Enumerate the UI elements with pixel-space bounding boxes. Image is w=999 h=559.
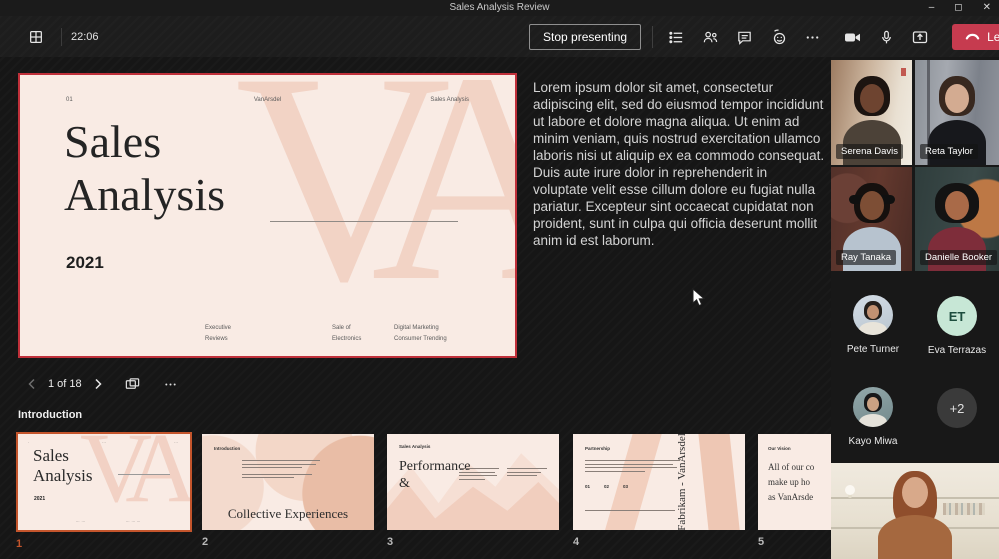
avatar-silhouette	[853, 295, 893, 335]
slide-year: 2021	[66, 253, 104, 273]
hang-up-icon	[965, 30, 980, 44]
avatar[interactable]	[853, 387, 893, 427]
self-video-tile[interactable]	[831, 463, 999, 559]
slide-rule	[270, 221, 458, 222]
video-tile-serena-davis[interactable]: Serena Davis	[831, 60, 912, 165]
participant-silhouette	[831, 463, 999, 559]
participant-name-label: Reta Taylor	[920, 144, 978, 159]
participant-name-label: Pete Turner	[831, 344, 915, 355]
thumbnail-markers: 01 02 03	[585, 484, 628, 489]
section-label: Introduction	[18, 409, 82, 421]
participant-avatar-kayo-miwa[interactable]: Kayo Miwa	[831, 387, 915, 447]
previous-slide-button[interactable]	[22, 372, 42, 396]
slide-thumbnail-2[interactable]: Introduction Collective Experiences 2	[202, 434, 374, 548]
meeting-toolbar: 22:06 Stop presenting	[0, 16, 999, 57]
minimize-button[interactable]: –	[929, 0, 935, 16]
participant-name-label: Danielle Booker	[920, 250, 997, 265]
slide-footer-col: ExecutiveReviews	[205, 323, 231, 345]
avatar[interactable]	[853, 295, 893, 335]
more-options-icon[interactable]	[800, 25, 824, 49]
video-tile-ray-tanaka[interactable]: Ray Tanaka	[831, 167, 912, 271]
slide-thumbnail-1[interactable]: VA ······· Sales Analysis 2021 ··· ··· ·…	[16, 432, 192, 550]
overflow-badge[interactable]: +2	[937, 388, 977, 428]
presented-slide[interactable]: VA 01 VanArsdel Sales Analysis Sales Ana…	[18, 73, 517, 358]
participant-name-label: Eva Terrazas	[915, 345, 999, 356]
leave-button[interactable]: Leave	[952, 24, 999, 50]
thumbnail-number: 2	[202, 536, 374, 548]
slide-notes-text: Lorem ipsum dolor sit amet, consectetur …	[533, 79, 825, 249]
meeting-notes-icon[interactable]	[664, 25, 688, 49]
thumbnail-number: 5	[758, 536, 832, 548]
participant-name-label: Kayo Miwa	[831, 436, 915, 447]
slide-footer-col: Sale ofElectronics	[332, 323, 361, 345]
share-screen-icon[interactable]	[908, 25, 932, 49]
grid-view-icon[interactable]	[24, 25, 48, 49]
chat-icon[interactable]	[732, 25, 756, 49]
thumbnail-preview[interactable]: Sales Analysis Performance &	[387, 434, 559, 530]
reactions-icon[interactable]	[766, 25, 790, 49]
avatar-initials[interactable]: ET	[937, 296, 977, 336]
microphone-icon[interactable]	[874, 25, 898, 49]
thumbnail-title: Sales Analysis	[33, 446, 93, 486]
presenter-view-icon[interactable]	[120, 372, 146, 396]
participants-icon[interactable]	[698, 25, 722, 49]
slide-header-right: Sales Analysis	[430, 97, 469, 103]
slide-thumbnail-3[interactable]: Sales Analysis Performance & 3	[387, 434, 559, 548]
participant-overflow-count[interactable]: +2	[915, 388, 999, 428]
slide-navigation: 1 of 18	[22, 372, 184, 396]
thumbnail-number: 4	[573, 536, 745, 548]
next-slide-button[interactable]	[88, 372, 108, 396]
meeting-timer: 22:06	[71, 31, 99, 43]
video-tile-reta-taylor[interactable]: Reta Taylor	[915, 60, 999, 165]
maximize-button[interactable]: ◻	[954, 0, 962, 16]
avatar-silhouette	[853, 387, 893, 427]
slide-watermark: VA	[235, 73, 517, 357]
camera-icon[interactable]	[840, 25, 864, 49]
window-title: Sales Analysis Review	[0, 2, 999, 13]
toolbar-divider	[61, 28, 62, 46]
slide-thumbnail-4[interactable]: Partnership 01 02 03 Fabrikam - VanArsde…	[573, 434, 745, 548]
thumbnail-preview[interactable]: Introduction Collective Experiences	[202, 434, 374, 530]
toolbar-divider	[652, 26, 653, 48]
slide-thumbnail-5[interactable]: Our Vision All of our co make up ho as V…	[758, 434, 832, 548]
thumbnail-number: 3	[387, 536, 559, 548]
slide-footer-col: Digital MarketingConsumer Trending	[394, 323, 447, 345]
slide-title: Sales Analysis	[64, 115, 225, 221]
thumbnail-body-text: All of our co make up ho as VanArsde	[768, 460, 814, 505]
stop-presenting-button[interactable]: Stop presenting	[529, 24, 641, 50]
mouse-cursor	[692, 288, 705, 312]
leave-button-label: Leave	[987, 30, 999, 44]
participant-name-label: Serena Davis	[836, 144, 903, 159]
participants-rail: Serena Davis Reta Taylor Ray Tanaka Dani…	[831, 57, 999, 559]
thumbnail-preview[interactable]: Partnership 01 02 03 Fabrikam - VanArsde…	[573, 434, 745, 530]
thumbnail-preview[interactable]: VA ······· Sales Analysis 2021 ··· ··· ·…	[16, 432, 192, 532]
participant-avatar-pete-turner[interactable]: Pete Turner	[831, 295, 915, 355]
window-titlebar: Sales Analysis Review – ◻ ✕	[0, 0, 999, 16]
participant-name-label: Ray Tanaka	[836, 250, 896, 265]
thumbnail-number: 1	[16, 538, 192, 550]
thumbnail-side-text: Fabrikam - VanArsdel	[676, 434, 688, 530]
participant-avatar-eva-terrazas[interactable]: ET Eva Terrazas	[915, 296, 999, 356]
video-tile-danielle-booker[interactable]: Danielle Booker	[915, 167, 999, 271]
slide-position-indicator: 1 of 18	[48, 378, 82, 390]
thumbnail-preview[interactable]: Our Vision All of our co make up ho as V…	[758, 434, 832, 530]
close-button[interactable]: ✕	[983, 0, 991, 16]
more-slides-options-icon[interactable]	[158, 372, 184, 396]
